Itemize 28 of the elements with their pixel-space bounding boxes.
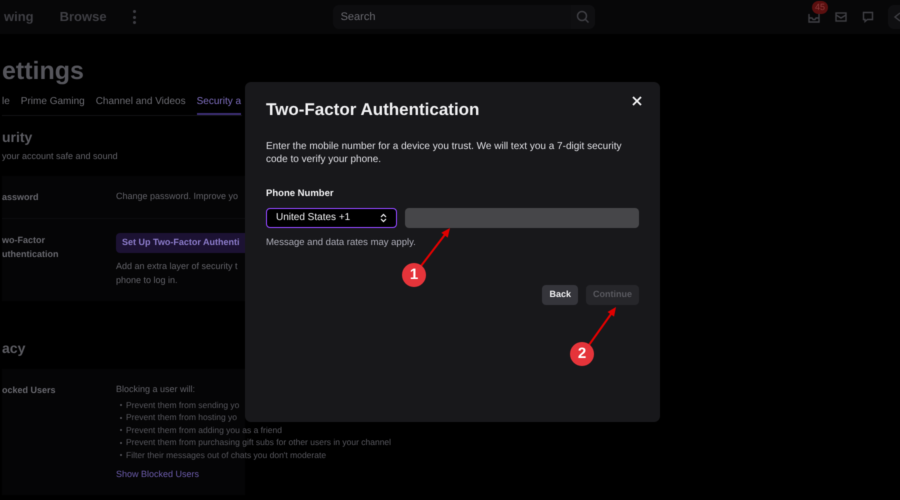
settings-tab[interactable]: le: [2, 92, 10, 115]
page-title: ettings: [2, 56, 84, 86]
section-subtitle: your account safe and sound: [2, 150, 118, 163]
list-item: Prevent them from purchasing gift subs for other users in your channel: [126, 436, 392, 450]
setting-label: assword: [2, 190, 40, 204]
section-title: urity: [2, 128, 32, 146]
show-blocked-users-link[interactable]: Show Blocked Users: [116, 468, 392, 481]
search-field[interactable]: Search: [332, 5, 571, 29]
setting-label: ocked Users: [2, 384, 57, 396]
setting-description: Add an extra layer of security t phone to log in.: [116, 260, 239, 286]
list-item: Prevent them from sending yo: [126, 398, 240, 412]
setting-description: Change password. Improve yo: [116, 190, 240, 203]
dialog-note: Message and data rates may apply.: [266, 236, 417, 250]
settings-tab[interactable]: Channel and Videos: [96, 92, 186, 115]
dialog-title: Two-Factor Authentication: [266, 99, 480, 121]
list-item: Filter their messages out of chats you don't moderate: [126, 448, 326, 462]
setting-label: wo-Factor uthentication: [2, 234, 60, 260]
dialog-description: Enter the mobile number for a device you trust. We will text you a 7-digit security code to verify your phone.: [266, 140, 623, 166]
list-item: Prevent them from adding you as a friend: [126, 424, 282, 437]
back-button[interactable]: Back: [542, 285, 578, 305]
field-label: Phone Number: [266, 186, 335, 200]
settings-tab[interactable]: Prime Gaming: [20, 92, 85, 115]
list-item: Prevent them from hosting yo: [126, 411, 238, 424]
settings-tab[interactable]: Security a: [196, 92, 242, 115]
country-select[interactable]: United States +1: [266, 208, 397, 228]
setting-description: Blocking a user will:: [116, 382, 196, 396]
setup-two-factor-button[interactable]: Set Up Two-Factor Authenti: [116, 232, 245, 252]
section-title: acy: [2, 338, 26, 356]
